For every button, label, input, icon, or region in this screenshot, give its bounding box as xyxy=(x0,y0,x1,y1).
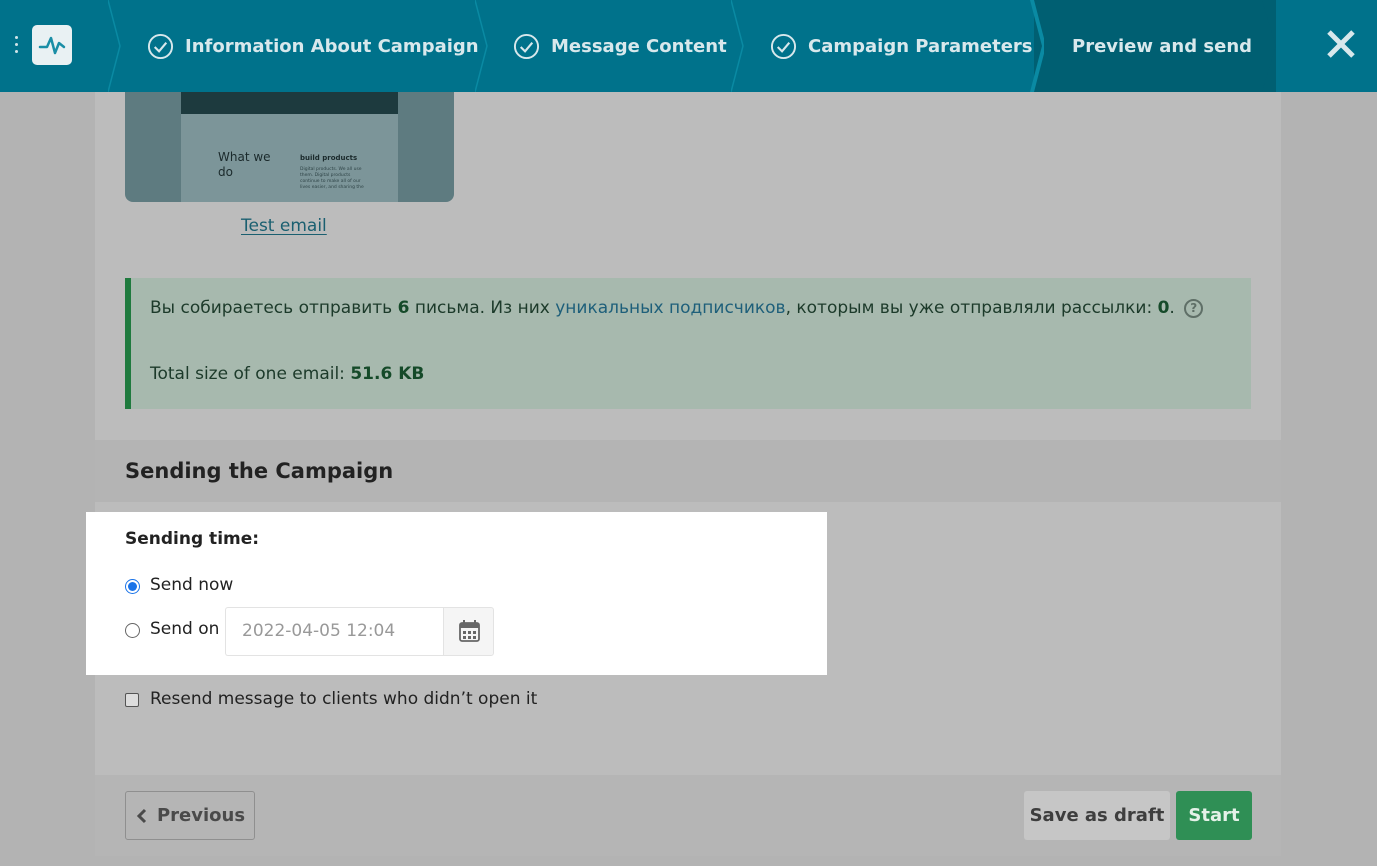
previous-button[interactable]: Previous xyxy=(125,791,255,840)
summary-text: Вы собираетесь отправить xyxy=(150,298,398,318)
check-circle-icon xyxy=(513,33,540,59)
letters-count: 6 xyxy=(397,298,410,318)
close-icon[interactable] xyxy=(1325,28,1357,60)
calendar-button[interactable] xyxy=(443,607,494,656)
step-separator xyxy=(108,0,121,92)
preview-heading: What we do xyxy=(218,150,271,179)
pulse-logo-icon[interactable] xyxy=(32,25,72,65)
already-sent-count: 0 xyxy=(1157,298,1170,318)
save-draft-button[interactable]: Save as draft xyxy=(1024,791,1170,840)
summary-text: письма. Из них xyxy=(409,298,556,318)
resend-label[interactable]: Resend message to clients who didn’t ope… xyxy=(150,689,537,709)
preview-hero xyxy=(181,92,398,114)
send-date-input[interactable]: 2022-04-05 12:04 xyxy=(225,607,444,656)
send-now-label[interactable]: Send now xyxy=(150,575,233,595)
start-label: Start xyxy=(1188,805,1240,826)
email-size: Total size of one email: 51.6 KB xyxy=(150,364,424,384)
step-label: Message Content xyxy=(551,35,727,57)
menu-dots-icon[interactable] xyxy=(14,36,20,56)
step-separator xyxy=(1262,0,1276,92)
recipients-summary: Вы собираетесь отправить 6 письма. Из ни… xyxy=(150,298,1204,318)
step-preview-and-send[interactable]: Preview and send xyxy=(1072,0,1252,92)
check-circle-icon xyxy=(770,33,797,59)
summary-text: . xyxy=(1169,298,1175,318)
resend-checkbox[interactable] xyxy=(125,693,139,707)
step-label: Information About Campaign xyxy=(185,35,479,57)
test-email-link[interactable]: Test email xyxy=(241,216,327,236)
sending-time-label: Sending time: xyxy=(125,529,260,549)
preview-text: Digital products. We all use them. Digit… xyxy=(300,167,364,190)
size-value: 51.6 KB xyxy=(350,364,425,384)
summary-text: , которым вы уже отправляли рассылки: xyxy=(785,298,1158,318)
start-button[interactable]: Start xyxy=(1176,791,1252,840)
calendar-icon xyxy=(459,620,480,642)
unique-subscribers-link[interactable]: уникальных подписчиков xyxy=(555,298,785,318)
send-now-radio[interactable] xyxy=(125,579,140,594)
save-draft-label: Save as draft xyxy=(1029,805,1165,826)
email-preview-thumbnail[interactable]: What we do build products Digital produc… xyxy=(125,92,454,202)
section-title: Sending the Campaign xyxy=(125,459,394,483)
help-icon[interactable]: ? xyxy=(1184,299,1204,318)
preview-subheading: build products xyxy=(300,154,358,162)
step-message-content[interactable]: Message Content xyxy=(513,0,727,92)
sending-section-header: Sending the Campaign xyxy=(95,440,1281,502)
previous-label: Previous xyxy=(156,805,246,826)
check-circle-icon xyxy=(147,33,174,59)
step-information-about-campaign[interactable]: Information About Campaign xyxy=(147,0,479,92)
preview-body: What we do build products Digital produc… xyxy=(181,114,398,202)
send-on-radio[interactable] xyxy=(125,623,140,638)
send-on-label[interactable]: Send on xyxy=(150,619,219,639)
step-campaign-parameters[interactable]: Campaign Parameters xyxy=(770,0,1033,92)
step-separator xyxy=(731,0,744,92)
chevron-left-icon xyxy=(136,808,147,823)
step-label: Campaign Parameters xyxy=(808,35,1033,57)
wizard-bar: Information About Campaign Message Conte… xyxy=(0,0,1377,92)
step-label: Preview and send xyxy=(1072,35,1253,57)
size-label: Total size of one email: xyxy=(150,364,351,384)
send-summary-alert: Вы собираетесь отправить 6 письма. Из ни… xyxy=(125,278,1251,409)
